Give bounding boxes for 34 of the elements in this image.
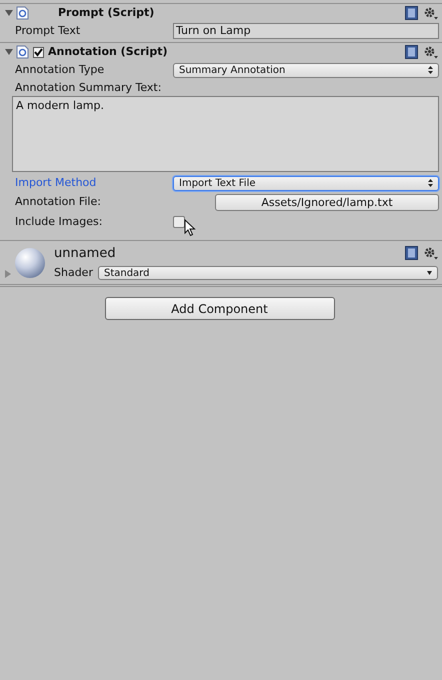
collapse-arrow-icon[interactable] <box>5 48 13 56</box>
script-icon <box>16 45 29 59</box>
caret-icon <box>427 271 432 276</box>
collapse-arrow-icon[interactable] <box>5 9 13 17</box>
settings-icon[interactable] <box>424 246 438 260</box>
mouse-pointer-icon <box>184 219 196 237</box>
field-label: Include Images: <box>15 214 104 230</box>
script-icon <box>16 6 29 20</box>
field-label: Import Method <box>15 174 98 191</box>
text-field[interactable]: Turn on Lamp <box>173 23 439 39</box>
dropdown[interactable]: Import Text File <box>173 176 439 190</box>
field-label: Annotation File: <box>15 194 102 210</box>
settings-icon[interactable] <box>424 6 438 20</box>
field-label: Annotation Type <box>15 62 106 78</box>
shader-label: Shader <box>54 265 93 281</box>
checkbox[interactable] <box>173 216 185 228</box>
material-sphere-icon <box>14 246 46 278</box>
help-book-icon[interactable] <box>405 45 418 59</box>
material-name: unnamed <box>54 244 116 262</box>
dropdown[interactable]: Summary Annotation <box>173 62 439 78</box>
shader-dropdown[interactable]: Standard <box>98 266 438 280</box>
help-book-icon[interactable] <box>405 246 418 260</box>
component-title: Annotation (Script) <box>48 44 168 60</box>
text-area[interactable]: A modern lamp. <box>12 96 439 172</box>
help-book-icon[interactable] <box>405 6 418 20</box>
component-title: Prompt (Script) <box>58 4 154 21</box>
field-label: Annotation Summary Text: <box>15 80 162 96</box>
file-button[interactable]: Assets/Ignored/lamp.txt <box>215 194 439 210</box>
enabled-checkbox[interactable] <box>33 46 44 58</box>
up-down-caret-icon <box>428 66 433 74</box>
field-label: Prompt Text <box>15 22 82 39</box>
settings-icon[interactable] <box>424 46 438 58</box>
up-down-caret-icon <box>428 179 433 187</box>
add-component-button[interactable]: Add Component <box>104 297 334 320</box>
